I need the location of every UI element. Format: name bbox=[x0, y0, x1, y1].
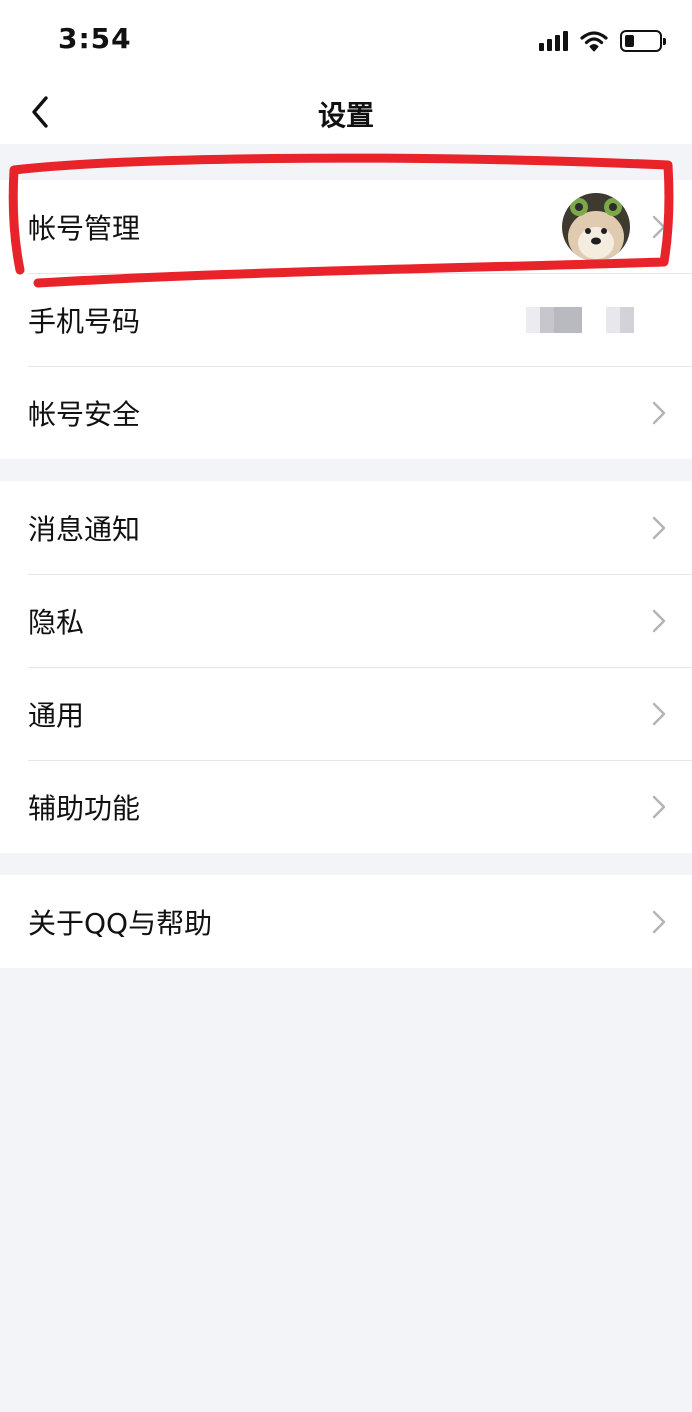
row-accessibility[interactable]: 辅助功能 bbox=[0, 760, 692, 853]
row-notifications[interactable]: 消息通知 bbox=[0, 481, 692, 574]
row-label: 手机号码 bbox=[28, 304, 141, 338]
navigation-bar: 设置 bbox=[0, 80, 692, 144]
status-icons bbox=[539, 28, 666, 54]
chevron-right-icon bbox=[652, 215, 666, 238]
chevron-right-icon bbox=[652, 609, 666, 632]
row-account-management[interactable]: 帐号管理 bbox=[0, 180, 692, 273]
settings-screen: 3:54 设置 帐号管理 手机号码 帐号安全 消息通知 隐私 通用 辅助功能 关… bbox=[0, 0, 692, 1412]
row-label: 隐私 bbox=[28, 605, 85, 639]
row-privacy[interactable]: 隐私 bbox=[0, 574, 692, 667]
row-phone-number[interactable]: 手机号码 bbox=[0, 273, 692, 366]
row-label: 消息通知 bbox=[28, 512, 141, 546]
row-label: 辅助功能 bbox=[28, 791, 141, 825]
chevron-right-icon bbox=[652, 795, 666, 818]
row-general[interactable]: 通用 bbox=[0, 667, 692, 760]
avatar bbox=[562, 193, 630, 261]
about-group: 关于QQ与帮助 bbox=[0, 875, 692, 968]
page-title: 设置 bbox=[317, 99, 374, 132]
row-label: 通用 bbox=[28, 698, 85, 732]
phone-number-value bbox=[526, 307, 634, 333]
chevron-right-icon bbox=[652, 516, 666, 539]
preferences-group: 消息通知 隐私 通用 辅助功能 bbox=[0, 481, 692, 853]
chevron-right-icon bbox=[652, 401, 666, 424]
signal-icon bbox=[539, 31, 568, 51]
battery-icon bbox=[620, 30, 666, 52]
status-bar: 3:54 bbox=[0, 0, 692, 80]
chevron-right-icon bbox=[652, 910, 666, 933]
row-label: 帐号管理 bbox=[28, 211, 141, 245]
row-label: 关于QQ与帮助 bbox=[28, 906, 213, 940]
chevron-right-icon bbox=[652, 702, 666, 725]
status-time: 3:54 bbox=[58, 22, 132, 55]
account-group: 帐号管理 手机号码 帐号安全 bbox=[0, 180, 692, 459]
wifi-icon bbox=[580, 31, 608, 52]
row-about-and-help[interactable]: 关于QQ与帮助 bbox=[0, 875, 692, 968]
row-account-security[interactable]: 帐号安全 bbox=[0, 366, 692, 459]
row-label: 帐号安全 bbox=[28, 397, 141, 431]
